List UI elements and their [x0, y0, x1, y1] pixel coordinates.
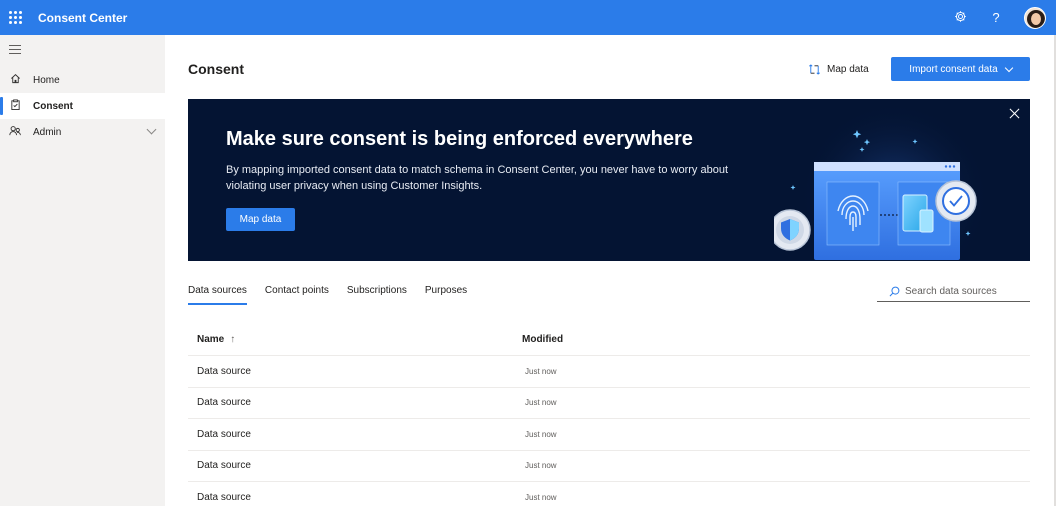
waffle-icon	[8, 11, 22, 24]
tab-bar: Data sources Contact points Subscription…	[188, 284, 467, 308]
app-launcher-button[interactable]	[0, 0, 30, 35]
banner-description: By mapping imported consent data to matc…	[226, 164, 728, 192]
search-input[interactable]	[905, 285, 1015, 297]
gear-icon	[954, 10, 966, 22]
table-header: Name ↑ Modified	[188, 324, 1030, 356]
help-icon: ?	[992, 10, 1000, 25]
search-box	[877, 281, 1030, 302]
sidebar-item-label: Admin	[33, 126, 62, 138]
avatar[interactable]	[1024, 6, 1046, 29]
app-title[interactable]: Consent Center	[38, 11, 127, 25]
consent-illustration	[774, 107, 989, 261]
search-icon	[889, 286, 900, 296]
people-icon	[9, 125, 21, 139]
table-row[interactable]: Data source Just now	[188, 388, 1030, 419]
top-bar: Consent Center ?	[0, 0, 1056, 35]
row-name[interactable]: Data source	[188, 429, 522, 440]
close-icon[interactable]	[1009, 108, 1021, 120]
row-name[interactable]: Data source	[188, 492, 522, 503]
import-consent-data-button[interactable]: Import consent data	[891, 57, 1030, 81]
clipboard-icon	[9, 99, 21, 113]
data-sources-table: Name ↑ Modified Data source Just now Dat…	[188, 324, 1030, 506]
tab-subscriptions[interactable]: Subscriptions	[347, 284, 407, 306]
row-name[interactable]: Data source	[188, 397, 522, 408]
home-icon	[9, 73, 21, 87]
tab-purposes[interactable]: Purposes	[425, 284, 467, 306]
table-row[interactable]: Data source Just now	[188, 419, 1030, 451]
help-button[interactable]: ?	[988, 10, 1004, 25]
row-modified: Just now	[525, 398, 557, 408]
hamburger-menu-icon[interactable]	[9, 45, 21, 57]
sidebar-item-label: Consent	[33, 100, 73, 112]
map-data-button[interactable]: Map data	[808, 60, 869, 78]
table-row[interactable]: Data source Just now	[188, 482, 1030, 506]
map-data-label: Map data	[827, 63, 869, 75]
table-row[interactable]: Data source Just now	[188, 451, 1030, 482]
column-header-name[interactable]: Name ↑	[188, 334, 522, 345]
table-row[interactable]: Data source Just now	[188, 356, 1030, 388]
sidebar: Home Consent Admin	[0, 35, 165, 506]
row-modified: Just now	[525, 461, 557, 471]
row-modified: Just now	[525, 429, 557, 439]
tab-contact-points[interactable]: Contact points	[265, 284, 329, 306]
sidebar-item-consent[interactable]: Consent	[0, 93, 165, 119]
chevron-down-icon[interactable]	[146, 124, 157, 135]
sidebar-item-home[interactable]: Home	[0, 67, 165, 93]
sidebar-item-admin[interactable]: Admin	[0, 119, 165, 145]
row-modified: Just now	[525, 493, 557, 503]
chevron-down-icon	[1004, 63, 1013, 72]
sidebar-item-label: Home	[33, 74, 60, 86]
tab-data-sources[interactable]: Data sources	[188, 284, 247, 306]
row-name[interactable]: Data source	[188, 366, 522, 377]
promo-banner: Make sure consent is being enforced ever…	[188, 99, 1030, 261]
map-arrows-icon	[809, 64, 820, 74]
import-label: Import consent data	[909, 63, 998, 75]
banner-map-data-button[interactable]: Map data	[226, 208, 295, 231]
column-header-modified[interactable]: Modified	[522, 334, 1030, 345]
row-name[interactable]: Data source	[188, 460, 522, 471]
sort-ascending-icon: ↑	[230, 334, 236, 345]
settings-button[interactable]	[952, 10, 968, 26]
column-name-label: Name	[197, 334, 225, 345]
banner-title: Make sure consent is being enforced ever…	[226, 128, 693, 150]
row-modified: Just now	[525, 366, 557, 376]
page-title: Consent	[188, 61, 244, 77]
